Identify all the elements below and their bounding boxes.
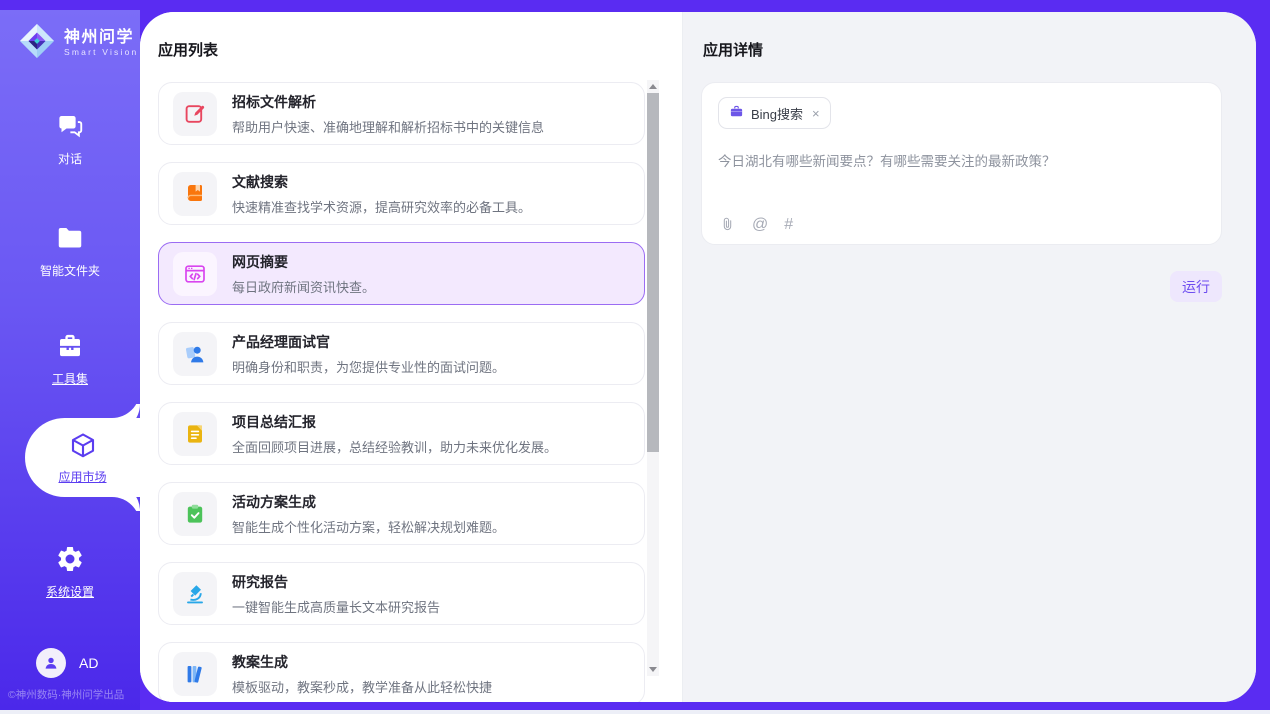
sidebar-item-label: 智能文件夹 — [40, 262, 100, 279]
tool-chip-label: Bing搜索 — [751, 104, 803, 123]
sidebar-item-5[interactable]: 系统设置 — [0, 544, 140, 600]
app-card-description: 模板驱动，教案秒成，教学准备从此轻松快捷 — [232, 677, 492, 696]
sidebar-item-2[interactable]: 智能文件夹 — [0, 223, 140, 279]
brand-subtitle: Smart Vision — [64, 47, 138, 58]
app-card-description: 全面回顾项目进展，总结经验教训，助力未来优化发展。 — [232, 437, 557, 456]
run-button[interactable]: 运行 — [1170, 271, 1222, 302]
app-card-title: 招标文件解析 — [232, 92, 544, 112]
app-card-title: 活动方案生成 — [232, 492, 505, 512]
brand-name: 神州问学 — [64, 29, 138, 47]
folder-icon — [55, 223, 85, 256]
tool-chip-bing-search[interactable]: Bing搜索 × — [718, 97, 831, 129]
browser-code-icon — [173, 252, 217, 296]
app-card-description: 智能生成个性化活动方案，轻松解决规划难题。 — [232, 517, 505, 536]
app-card-title: 产品经理面试官 — [232, 332, 505, 352]
app-card-description: 一键智能生成高质量长文本研究报告 — [232, 597, 440, 616]
books-icon — [173, 652, 217, 696]
scroll-down-button[interactable] — [647, 663, 659, 676]
chat-icon — [55, 111, 85, 144]
scrollbar-thumb[interactable] — [647, 93, 659, 452]
user-avatar-icon — [36, 648, 66, 678]
app-card-title: 网页摘要 — [232, 252, 375, 272]
app-card-8[interactable]: 教案生成 模板驱动，教案秒成，教学准备从此轻松快捷 — [158, 642, 645, 702]
main-window: 应用列表 招标文件解析 帮助用户快速、准确地理解和解析招标书中的关键信息 文献搜… — [140, 12, 1256, 702]
app-card-title: 教案生成 — [232, 652, 492, 672]
toolbox-icon — [55, 331, 85, 364]
book-icon — [173, 172, 217, 216]
app-list-title: 应用列表 — [158, 39, 218, 60]
app-card-6[interactable]: 活动方案生成 智能生成个性化活动方案，轻松解决规划难题。 — [158, 482, 645, 545]
chip-close-icon[interactable]: × — [812, 106, 820, 121]
hash-icon[interactable]: # — [784, 216, 793, 233]
user-account[interactable]: AD — [36, 648, 98, 678]
app-detail-panel: 应用详情 Bing搜索 × 今日湖北有哪些新闻要点？有哪些需要关注的最新政策？ … — [683, 12, 1256, 702]
sidebar-item-label: 系统设置 — [46, 583, 94, 600]
app-card-4[interactable]: 产品经理面试官 明确身份和职责，为您提供专业性的面试问题。 — [158, 322, 645, 385]
input-toolbar: @ # — [719, 216, 793, 233]
doc-edit-icon — [173, 92, 217, 136]
app-card-1[interactable]: 招标文件解析 帮助用户快速、准确地理解和解析招标书中的关键信息 — [158, 82, 645, 145]
app-card-description: 明确身份和职责，为您提供专业性的面试问题。 — [232, 357, 505, 376]
scroll-up-button[interactable] — [647, 80, 659, 93]
user-name: AD — [79, 655, 98, 671]
sidebar-item-1[interactable]: 对话 — [0, 111, 140, 167]
triangle-up-icon — [649, 84, 657, 89]
brand-diamond-icon — [18, 22, 56, 65]
app-card-description: 快速精准查找学术资源，提高研究效率的必备工具。 — [232, 197, 531, 216]
app-list-panel: 应用列表 招标文件解析 帮助用户快速、准确地理解和解析招标书中的关键信息 文献搜… — [140, 12, 683, 702]
triangle-down-icon — [649, 667, 657, 672]
brand-logo: 神州问学 Smart Vision — [18, 22, 138, 65]
app-cards: 招标文件解析 帮助用户快速、准确地理解和解析招标书中的关键信息 文献搜索 快速精… — [158, 82, 645, 702]
app-card-7[interactable]: 研究报告 一键智能生成高质量长文本研究报告 — [158, 562, 645, 625]
sidebar-item-label: 应用市场 — [58, 468, 106, 485]
paperclip-icon[interactable] — [719, 216, 736, 233]
app-card-3[interactable]: 网页摘要 每日政府新闻资讯快查。 — [158, 242, 645, 305]
copyright-footer: ©神州数码·神州问学出品 — [8, 687, 140, 702]
sidebar-item-4[interactable]: 应用市场 — [25, 418, 140, 497]
interview-icon — [173, 332, 217, 376]
app-card-title: 文献搜索 — [232, 172, 531, 192]
sidebar: 神州问学 Smart Vision 对话 智能文件夹 工具集 应用市场 系统设置… — [0, 10, 140, 710]
sidebar-item-3[interactable]: 工具集 — [0, 331, 140, 387]
prompt-input-card[interactable]: Bing搜索 × 今日湖北有哪些新闻要点？有哪些需要关注的最新政策？ @ # — [701, 82, 1222, 245]
microscope-icon — [173, 572, 217, 616]
app-card-5[interactable]: 项目总结汇报 全面回顾项目进展，总结经验教训，助力未来优化发展。 — [158, 402, 645, 465]
app-card-2[interactable]: 文献搜索 快速精准查找学术资源，提高研究效率的必备工具。 — [158, 162, 645, 225]
sidebar-item-label: 工具集 — [52, 370, 88, 387]
gear-icon — [55, 544, 85, 577]
briefcase-icon — [729, 104, 744, 122]
query-text[interactable]: 今日湖北有哪些新闻要点？有哪些需要关注的最新政策？ — [718, 150, 1205, 170]
app-card-description: 帮助用户快速、准确地理解和解析招标书中的关键信息 — [232, 117, 544, 136]
sidebar-item-label: 对话 — [58, 150, 82, 167]
cube-icon — [68, 431, 98, 464]
page-bottom-strip — [0, 710, 1270, 714]
app-card-description: 每日政府新闻资讯快查。 — [232, 277, 375, 296]
app-detail-title: 应用详情 — [703, 39, 763, 60]
app-card-title: 研究报告 — [232, 572, 440, 592]
clipboard-check-icon — [173, 492, 217, 536]
mention-at-icon[interactable]: @ — [752, 216, 768, 233]
app-list-scrollbar[interactable] — [647, 80, 659, 676]
app-card-title: 项目总结汇报 — [232, 412, 557, 432]
doc-icon — [173, 412, 217, 456]
